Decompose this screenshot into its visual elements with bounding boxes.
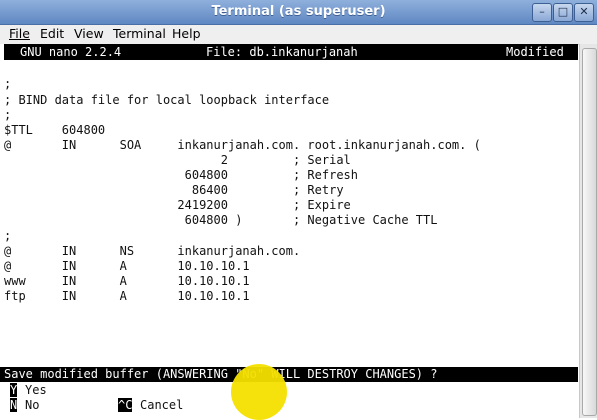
yes-option[interactable]: Yes [25,383,47,397]
no-option[interactable]: No [25,398,39,412]
window-title: Terminal (as superuser) [211,4,386,19]
cancel-key[interactable]: ^C [118,398,133,412]
nano-status: Modified [506,45,564,59]
content-line: www IN A 10.10.10.1 [4,274,250,288]
save-prompt-text: Save modified buffer (ANSWERING "No" WIL… [4,367,438,381]
menu-terminal-label: Terminal [113,26,166,41]
menu-file-label: File [9,26,30,41]
content-line: @ IN NS inkanurjanah.com. [4,244,301,258]
content-line: 86400 ; Retry [4,183,344,197]
content-line: ; BIND data file for local loopback inte… [4,93,330,107]
yes-key[interactable]: Y [10,383,18,397]
content-line: 604800 ) ; Negative Cache TTL [4,213,438,227]
vertical-scrollbar[interactable] [579,44,597,418]
content-line: $TTL 604800 [4,123,106,137]
save-prompt-bar: Save modified buffer (ANSWERING "No" WIL… [0,367,578,382]
menu-bar: File Edit View Terminal Help [0,25,597,45]
menu-edit-label: Edit [40,26,65,41]
menu-help-label: Help [172,26,201,41]
cancel-option[interactable]: Cancel [140,398,183,412]
terminal-area[interactable]: GNU nano 2.2.4 File: db.inkanurjanah Mod… [0,44,578,418]
nano-version: GNU nano 2.2.4 [20,45,122,59]
window-titlebar[interactable]: Terminal (as superuser) – □ ✕ [0,0,597,25]
menu-file[interactable]: File [9,26,30,41]
close-button[interactable]: ✕ [574,3,594,22]
nano-filename: File: db.inkanurjanah [206,45,358,59]
menu-edit[interactable]: Edit [40,26,64,41]
nano-header-bar: GNU nano 2.2.4 File: db.inkanurjanah Mod… [4,44,578,60]
menu-view[interactable]: View [74,26,104,41]
content-line: 2419200 ; Expire [4,198,351,212]
content-line: 2 ; Serial [4,153,351,167]
content-line: ; [4,77,12,91]
no-key[interactable]: N [10,398,18,412]
scrollbar-thumb[interactable] [582,48,597,416]
maximize-button[interactable]: □ [553,3,573,22]
content-line: ; [4,108,12,122]
mouse-highlight [231,364,287,420]
content-line: @ IN A 10.10.10.1 [4,259,250,273]
content-line: 604800 ; Refresh [4,168,359,182]
content-line: @ IN SOA inkanurjanah.com. root.inkanurj… [4,138,481,152]
minimize-button[interactable]: – [532,3,552,22]
menu-help[interactable]: Help [172,26,201,41]
menu-view-label: View [74,26,104,41]
menu-terminal[interactable]: Terminal [113,26,166,41]
content-line: ftp IN A 10.10.10.1 [4,289,250,303]
content-line: ; [4,229,12,243]
